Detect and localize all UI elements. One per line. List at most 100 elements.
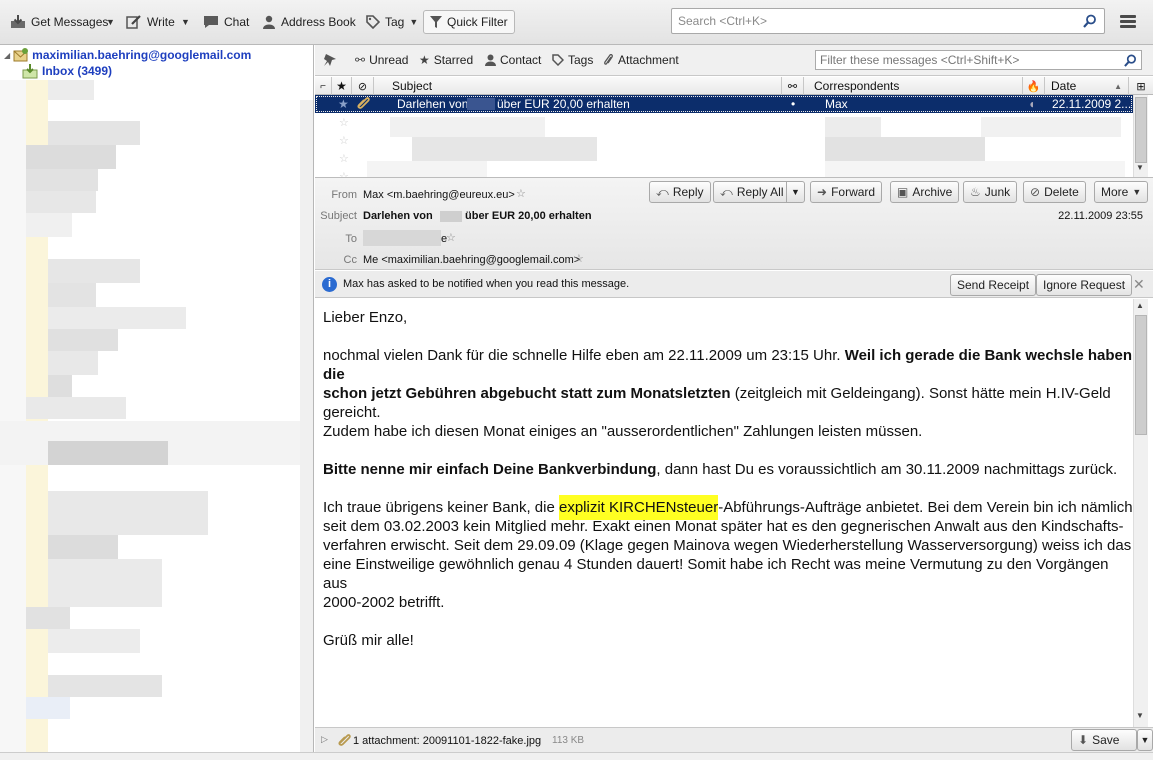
thread-scrollbar[interactable]: ▼ (1133, 95, 1148, 177)
date-column[interactable]: Date ▲ (1045, 77, 1129, 95)
scroll-down-icon[interactable]: ▼ (1136, 163, 1144, 172)
tag-icon (552, 54, 565, 67)
junk-column[interactable]: 🔥 (1023, 77, 1045, 95)
archive-button[interactable]: ▣ Archive (890, 181, 960, 203)
read-status-icon: ⚯ (787, 80, 798, 93)
quick-filter-button[interactable]: Quick Filter (423, 10, 515, 34)
read-receipt-notification: i Max has asked to be notified when you … (315, 271, 1153, 298)
write-button[interactable]: Write (120, 10, 181, 34)
forward-button[interactable]: ➜ Forward (810, 181, 883, 203)
ignore-request-button[interactable]: Ignore Request (1036, 274, 1133, 296)
filter-messages-input[interactable] (816, 51, 1141, 69)
subject-prefix: Darlehen von (363, 210, 433, 222)
reply-all-dropdown-icon[interactable]: ▼ (786, 182, 804, 202)
from-value[interactable]: Max <m.baehring@eureux.eu> (363, 189, 515, 201)
delete-label: Delete (1044, 185, 1079, 199)
attachment-name[interactable]: 1 attachment: 20091101-1822-fake.jpg (353, 735, 541, 747)
message-body: Lieber Enzo, nochmal vielen Dank für die… (315, 299, 1133, 727)
hamburger-icon (1120, 15, 1136, 18)
scroll-up-icon[interactable]: ▲ (1136, 301, 1144, 310)
column-picker[interactable]: ⊞ (1129, 77, 1153, 95)
delete-circle-icon: ⊘ (1030, 185, 1041, 199)
read-status-column[interactable]: ⚯ (782, 77, 804, 95)
redacted-name (467, 98, 495, 110)
tag-button[interactable]: Tag ▼ (360, 10, 424, 34)
thread-column[interactable]: ⌐ (315, 77, 332, 95)
inbox-label: Inbox (3499) (42, 64, 113, 78)
paperclip-icon (604, 53, 614, 66)
unread-filter[interactable]: ⚯ Unread (355, 53, 408, 67)
correspondents-column[interactable]: Correspondents (804, 77, 1023, 95)
tags-filter[interactable]: Tags (552, 53, 593, 67)
starred-filter[interactable]: ★ Starred (419, 53, 473, 67)
add-contact-star-icon[interactable]: ☆ (446, 231, 456, 244)
body-text: seit dem 03.02.2003 kein Mitglied mehr. … (323, 518, 1124, 535)
get-messages-dropdown[interactable]: ▼ (100, 10, 121, 34)
delete-button[interactable]: ⊘ Delete (1023, 181, 1086, 203)
account-row[interactable]: ◢ maximilian.baehring@googlemail.com (4, 47, 251, 63)
starred-column[interactable]: ★ (332, 77, 352, 95)
junk-flame-icon: 🔥 (1026, 80, 1041, 93)
star-icon[interactable]: ★ (338, 97, 349, 111)
chat-button[interactable]: Chat (197, 10, 255, 34)
pin-icon[interactable] (323, 53, 337, 67)
folder-scrollbar[interactable] (300, 100, 313, 760)
send-receipt-button[interactable]: Send Receipt (950, 274, 1037, 296)
close-icon[interactable]: ✕ (1133, 276, 1145, 293)
folder-pane: ◢ maximilian.baehring@googlemail.com Inb… (0, 45, 314, 760)
table-row[interactable]: ★ Darlehen von über EUR 20,00 erhalten •… (315, 95, 1133, 113)
quick-filter-label: Quick Filter (447, 15, 508, 29)
attachment-filter[interactable]: Attachment (604, 53, 679, 67)
junk-label: Junk (984, 185, 1011, 199)
add-contact-star-icon[interactable]: ☆ (574, 252, 584, 265)
unread-dot-icon[interactable]: • (791, 97, 795, 111)
magnifier-icon[interactable] (1083, 14, 1097, 28)
scroll-down-icon[interactable]: ▼ (1136, 711, 1144, 720)
collapse-triangle-icon[interactable]: ◢ (4, 51, 10, 60)
date-column-label: Date (1051, 79, 1077, 93)
contact-filter[interactable]: Contact (485, 53, 541, 67)
unread-label: Unread (369, 53, 409, 67)
address-book-button[interactable]: Address Book (256, 10, 362, 34)
account-label: maximilian.baehring@googlemail.com (32, 48, 252, 62)
body-text: nochmal vielen Dank für die schnelle Hil… (323, 347, 845, 364)
junk-flame-icon[interactable]: ◖ (1028, 97, 1035, 111)
thread-scroll-thumb[interactable] (1135, 97, 1147, 163)
reply-button[interactable]: ⤺ Reply (649, 181, 711, 203)
add-contact-star-icon[interactable]: ☆ (516, 187, 526, 200)
body-scroll-thumb[interactable] (1135, 315, 1147, 435)
thread-column-header: ⌐ ★ ⊘ Subject ⚯ Correspondents 🔥 Date ▲ … (315, 77, 1153, 95)
cc-value[interactable]: Me <maximilian.baehring@googlemail.com> (363, 254, 580, 266)
expand-triangle-icon[interactable]: ▷ (321, 734, 328, 745)
attachment-bar: ▷ 1 attachment: 20091101-1822-fake.jpg 1… (315, 727, 1153, 752)
body-text: 2000-2002 betrifft. (323, 594, 445, 611)
tag-label: Tag (385, 15, 405, 29)
reply-all-button[interactable]: ⤺ Reply All ▼ (713, 181, 805, 203)
message-header: From Max <m.baehring@eureux.eu> ☆ Subjec… (315, 177, 1153, 270)
junk-flame-icon: ♨ (970, 185, 981, 199)
archive-label: Archive (912, 185, 953, 199)
row-subject-suffix: über EUR 20,00 erhalten (497, 97, 630, 111)
filter-messages-box (815, 50, 1142, 70)
attachment-column[interactable]: ⊘ (352, 77, 374, 95)
save-dropdown[interactable]: ▼ (1137, 729, 1153, 751)
save-attachment-button[interactable]: ⬇ Save (1071, 729, 1137, 751)
to-label: To (345, 233, 357, 245)
inbox-folder[interactable]: Inbox (3499) (22, 63, 112, 79)
starred-label: Starred (433, 53, 474, 67)
magnifier-icon[interactable] (1124, 54, 1137, 67)
cc-label: Cc (343, 254, 357, 266)
write-dropdown[interactable]: ▼ (175, 10, 196, 34)
global-search-input[interactable] (672, 9, 1104, 33)
get-messages-button[interactable]: Get Messages (4, 10, 114, 34)
subject-column[interactable]: Subject (374, 77, 782, 95)
info-icon: i (322, 277, 337, 292)
body-scrollbar[interactable]: ▲ ▼ (1133, 299, 1148, 727)
reply-label: Reply (672, 185, 704, 199)
redacted-recipient (363, 230, 441, 246)
pencil-icon (126, 15, 142, 29)
account-icon (13, 48, 29, 62)
junk-button[interactable]: ♨ Junk (963, 181, 1018, 203)
more-button[interactable]: More ▼ (1094, 181, 1149, 203)
app-menu-button[interactable] (1115, 10, 1141, 34)
